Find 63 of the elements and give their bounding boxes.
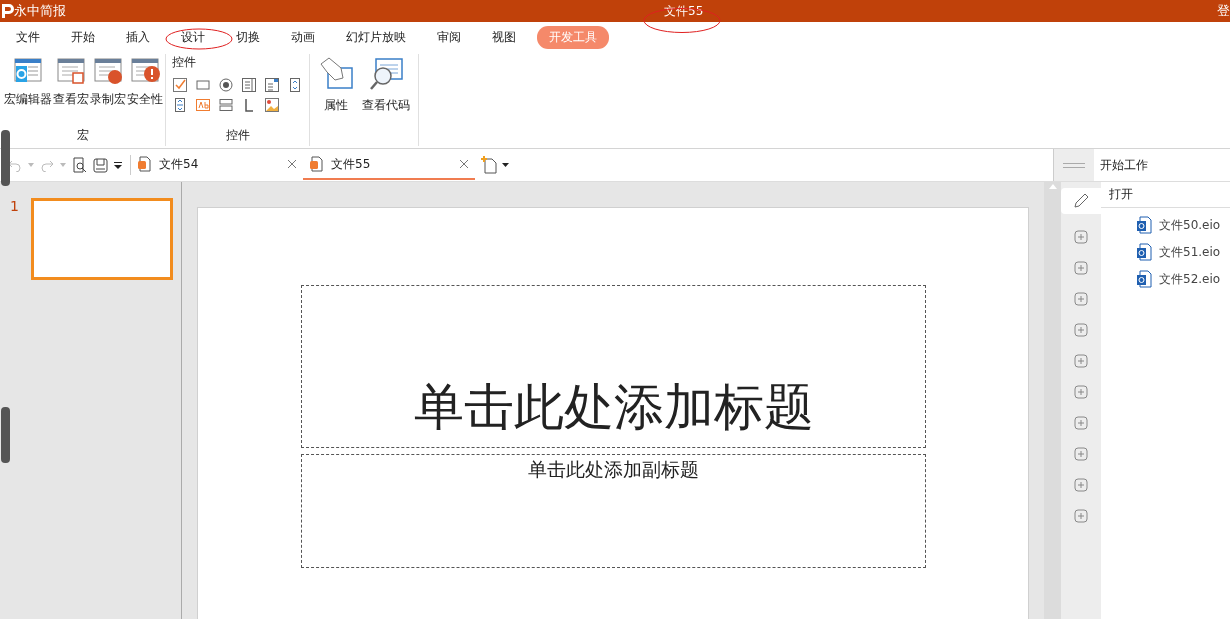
frame-control-icon[interactable] (218, 97, 234, 113)
group-title: 控件 (172, 54, 197, 71)
group-label: 宏 (75, 127, 90, 144)
magnifier-icon[interactable] (368, 56, 404, 92)
pencil-icon[interactable] (1072, 192, 1090, 210)
menu-tab[interactable]: 动画 (281, 25, 325, 49)
menu-tab[interactable]: 切换 (226, 25, 270, 49)
annotation-ellipse (165, 27, 233, 51)
dropdown-arrow-icon[interactable] (502, 163, 509, 167)
document-file-icon (1136, 216, 1152, 234)
image-control-icon[interactable] (264, 97, 280, 113)
document-file-icon (1136, 270, 1152, 288)
radio-control-icon[interactable] (218, 77, 234, 93)
pane-handle-icon[interactable] (1063, 162, 1085, 168)
ribbon-button[interactable]: 查看代码 (362, 54, 410, 146)
record-macro-icon[interactable] (92, 56, 124, 86)
menu-tab[interactable]: 文件 (6, 25, 50, 49)
pane-title: 开始工作 (1099, 156, 1149, 174)
document-file-icon (1136, 243, 1152, 261)
spinner-control-icon[interactable] (287, 77, 303, 93)
ribbon-button[interactable]: 宏编辑器 (4, 54, 52, 127)
presentation-file-icon (309, 156, 323, 172)
side-handle[interactable] (1, 130, 10, 186)
menu-tab[interactable]: 视图 (482, 25, 526, 49)
section-header: 打开 (1101, 182, 1230, 208)
new-tab-icon[interactable] (481, 156, 497, 174)
menu-tab[interactable]: 开始 (61, 25, 105, 49)
menu-tab[interactable]: 审阅 (427, 25, 471, 49)
document-tab[interactable]: 文件55 (303, 150, 475, 180)
menu-tab[interactable]: 设计 (171, 25, 215, 49)
close-icon[interactable] (287, 159, 297, 169)
subtitle-placeholder[interactable]: 单击此处添加副标题 (301, 454, 926, 568)
list-box-control-icon[interactable] (241, 77, 257, 93)
title-placeholder[interactable]: 单击此处添加标题 (301, 285, 926, 448)
recent-file-link[interactable]: 文件52.eio (1136, 270, 1230, 288)
recent-file-link[interactable]: 文件51.eio (1136, 243, 1230, 261)
scroll-control-icon[interactable] (172, 97, 188, 113)
group-label: 控件 (224, 127, 251, 144)
print-preview-icon[interactable] (72, 157, 87, 173)
menu-tab[interactable]: 插入 (116, 25, 160, 49)
checkbox-control-icon[interactable] (172, 77, 188, 93)
ribbon-button[interactable]: 安全性 (127, 54, 163, 127)
close-icon[interactable] (459, 159, 469, 169)
presentation-file-icon (137, 156, 151, 172)
slide-number: 1 (10, 198, 19, 216)
login-link[interactable]: 登 (1217, 2, 1230, 20)
save-icon[interactable] (93, 157, 108, 173)
ribbon-button[interactable]: 录制宏 (90, 54, 126, 127)
side-handle[interactable] (1, 407, 10, 463)
combo-box-control-icon[interactable] (264, 77, 280, 93)
rectangle-control-icon[interactable] (195, 77, 211, 93)
ribbon-button[interactable]: 属性 (318, 54, 354, 146)
recent-file-link[interactable]: 文件50.eio (1136, 216, 1230, 234)
text-field-control-icon[interactable] (195, 97, 211, 113)
menu-tab[interactable]: 幻灯片放映 (336, 25, 416, 49)
undo-icon[interactable] (8, 158, 22, 172)
macro-list-icon[interactable] (55, 56, 87, 86)
ribbon-button[interactable]: 查看宏 (53, 54, 89, 127)
document-tab[interactable]: 文件54 (131, 150, 303, 180)
app-name: 永中简报 (14, 2, 66, 20)
app-logo-icon (0, 3, 14, 19)
slide-thumbnail[interactable] (30, 198, 173, 280)
customize-arrow-icon[interactable] (114, 161, 122, 169)
